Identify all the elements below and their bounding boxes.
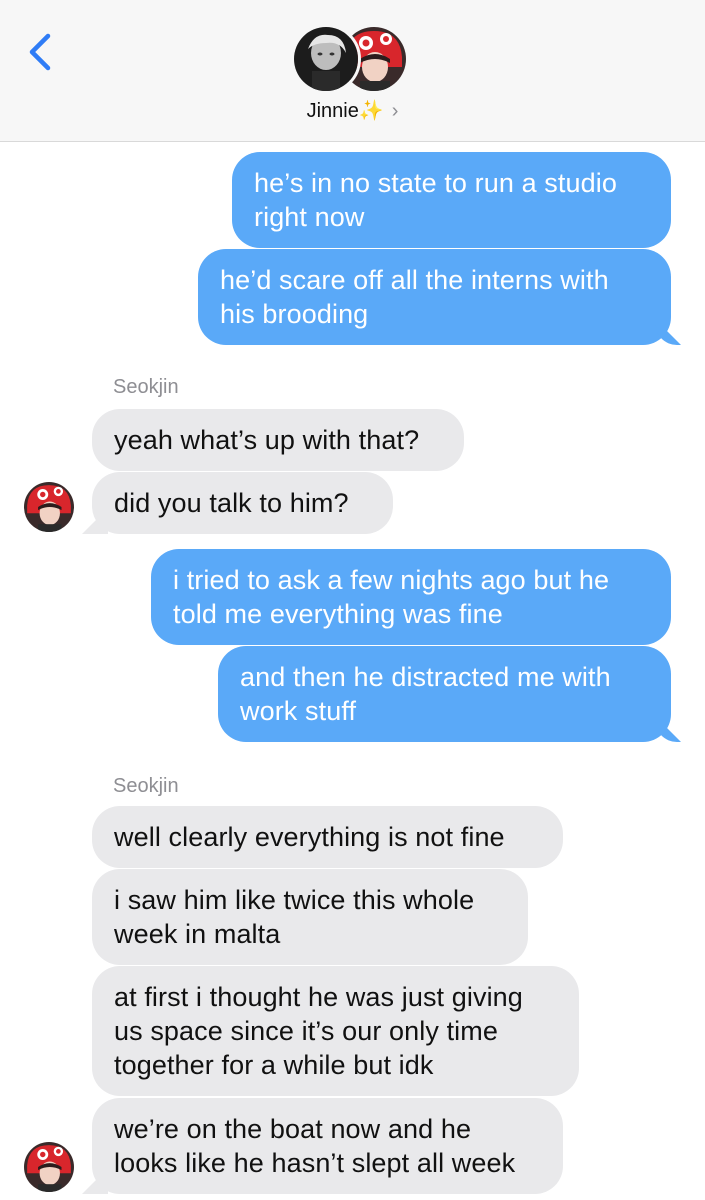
chevron-left-icon	[29, 33, 51, 71]
message-bubble-incoming[interactable]: we’re on the boat now and he looks like …	[92, 1098, 563, 1194]
message-bubble-outgoing[interactable]: i tried to ask a few nights ago but he t…	[151, 549, 671, 645]
message-bubble-incoming[interactable]: at first i thought he was just giving us…	[92, 966, 579, 1096]
contact-name: Jinnie✨	[306, 100, 384, 122]
message-bubble-incoming[interactable]: well clearly everything is not fine	[92, 806, 563, 868]
sender-name: Seokjin	[113, 376, 179, 398]
contact-name-button[interactable]: Jinnie✨ ›	[0, 98, 705, 123]
chevron-right-icon: ›	[391, 100, 399, 122]
message-bubble-outgoing[interactable]: he’s in no state to run a studio right n…	[232, 152, 671, 248]
sender-avatar[interactable]	[24, 1142, 74, 1192]
message-bubble-outgoing[interactable]: and then he distracted me with work stuf…	[218, 646, 671, 742]
sender-name: Seokjin	[113, 775, 179, 797]
conversation-header: Jinnie✨ ›	[0, 0, 705, 142]
sender-avatar[interactable]	[24, 482, 74, 532]
avatar	[291, 24, 361, 94]
message-bubble-incoming[interactable]: yeah what’s up with that?	[92, 409, 464, 471]
group-avatars[interactable]	[291, 24, 415, 94]
message-bubble-incoming[interactable]: i saw him like twice this whole week in …	[92, 869, 528, 965]
back-button[interactable]	[22, 28, 62, 76]
message-bubble-outgoing[interactable]: he’d scare off all the interns with his …	[198, 249, 671, 345]
message-bubble-incoming[interactable]: did you talk to him?	[92, 472, 393, 534]
